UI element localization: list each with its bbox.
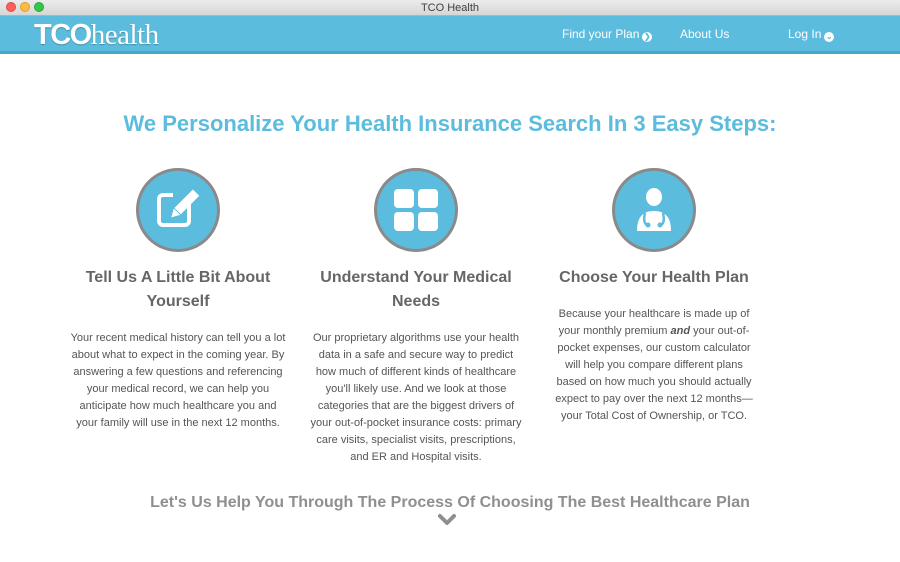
step-2-title: Understand Your Medical Needs	[320, 269, 512, 310]
doctor-stethoscope-icon	[637, 188, 671, 231]
nav-log-in[interactable]: Log In ⌄	[788, 26, 835, 42]
circle-chevron-down-icon: ⌄	[824, 32, 835, 42]
step-3-icon-circle	[612, 168, 696, 252]
step-1-icon-circle	[136, 168, 220, 252]
step-choose-health-plan: Choose Your Health Plan Because your hea…	[544, 168, 764, 425]
tco-health-logo[interactable]: TCOhealth	[34, 20, 159, 50]
logo-light-text: health	[90, 19, 159, 51]
step-2-icon-circle	[374, 168, 458, 252]
step-1-title: Tell Us A Little Bit About Yourself	[85, 269, 271, 310]
nav-about-us[interactable]: About Us	[680, 26, 729, 42]
step-3-description: Because your healthcare is made up of yo…	[544, 306, 764, 425]
step-3-text-after: your out-of-pocket expenses, our custom …	[555, 325, 753, 422]
nav-find-your-plan-label: Find your Plan	[562, 27, 640, 41]
step-3-text-emphasis: and	[670, 325, 691, 337]
edit-form-icon	[157, 189, 203, 227]
page-headline: We Personalize Your Health Insurance Sea…	[123, 111, 777, 136]
grid-blocks-icon	[394, 189, 438, 231]
top-navbar: TCOhealth Find your Plan ❯ About Us Log I…	[0, 16, 900, 54]
step-tell-us-about-yourself: Tell Us A Little Bit About Yourself Your…	[68, 168, 288, 432]
window-title: TCO Health	[420, 2, 480, 14]
step-2-description: Our proprietary algorithms use your heal…	[310, 332, 522, 463]
step-3-title: Choose Your Health Plan	[559, 269, 749, 286]
logo-bold-text: TCO	[34, 19, 92, 51]
step-1-description: Your recent medical history can tell you…	[70, 332, 286, 429]
process-call-to-action: Let's Us Help You Through The Process Of…	[150, 494, 750, 511]
circle-arrow-right-icon: ❯	[642, 32, 653, 42]
nav-log-in-label: Log In	[788, 27, 822, 41]
step-understand-medical-needs: Understand Your Medical Needs Our propri…	[306, 168, 526, 466]
nav-about-us-label: About Us	[680, 27, 730, 41]
window-titlebar: TCO Health	[0, 0, 900, 16]
nav-find-your-plan[interactable]: Find your Plan ❯	[562, 26, 653, 42]
chevron-down-icon[interactable]	[438, 513, 456, 527]
